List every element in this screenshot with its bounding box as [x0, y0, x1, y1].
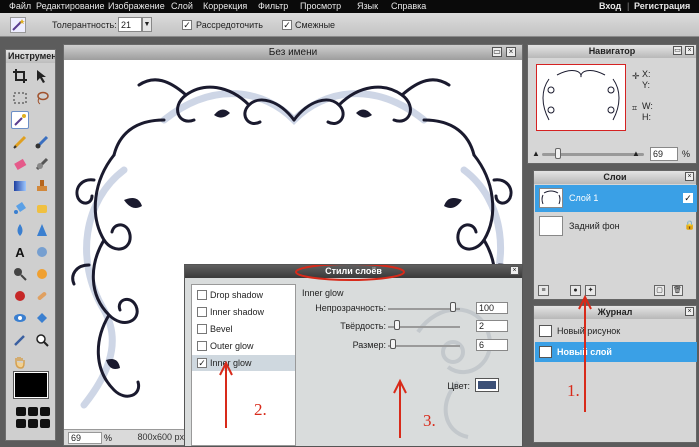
- annotation-2: 2.: [254, 400, 267, 419]
- annotation-overlay: [219, 294, 592, 438]
- annotation-3: 3.: [423, 411, 436, 430]
- annotation-1: 1.: [567, 381, 580, 400]
